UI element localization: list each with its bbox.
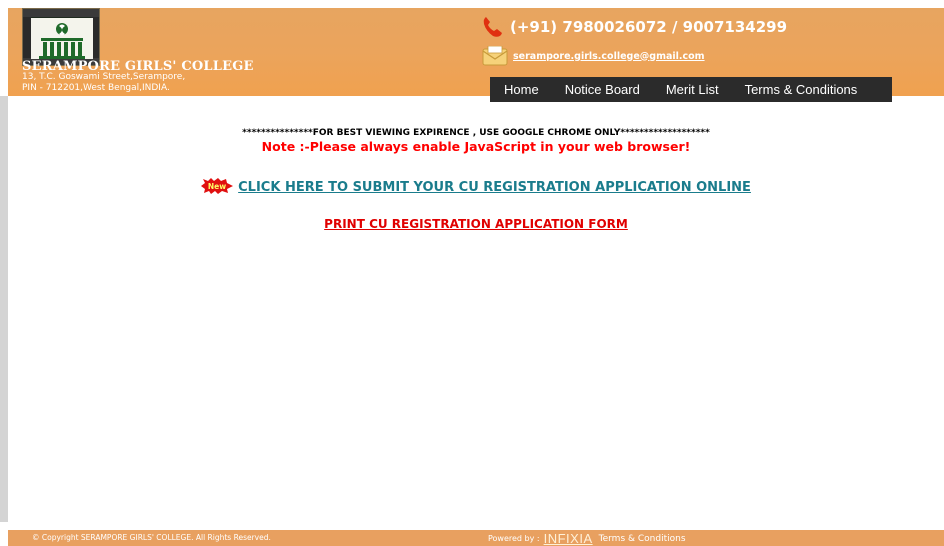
college-address: 13, T.C. Goswami Street,Serampore, PIN -… (22, 72, 282, 94)
left-border (0, 96, 8, 522)
phone-number: (+91) 7980026072 / 9007134299 (510, 18, 788, 36)
browser-notice: ***************FOR BEST VIEWING EXPIRENC… (242, 128, 710, 138)
address-line-1: 13, T.C. Goswami Street,Serampore, (22, 72, 186, 82)
college-logo[interactable] (22, 8, 100, 66)
print-form-link[interactable]: PRINT CU REGISTRATION APPLICATION FORM (324, 217, 628, 231)
site-footer: © Copyright SERAMPORE GIRLS' COLLEGE. Al… (8, 530, 944, 546)
phone-icon (482, 16, 504, 38)
main-content: ***************FOR BEST VIEWING EXPIRENC… (8, 96, 944, 522)
nav-merit-list[interactable]: Merit List (666, 82, 719, 97)
javascript-note: Note :-Please always enable JavaScript i… (261, 139, 691, 154)
new-badge-label: New (208, 182, 226, 191)
email-link[interactable]: serampore.girls.college@gmail.com (513, 51, 705, 62)
nav-home[interactable]: Home (504, 82, 539, 97)
email-contact: serampore.girls.college@gmail.com (482, 45, 705, 66)
copyright-text: © Copyright SERAMPORE GIRLS' COLLEGE. Al… (32, 533, 271, 542)
print-row: PRINT CU REGISTRATION APPLICATION FORM (8, 213, 944, 232)
new-badge-icon: New (201, 178, 234, 194)
footer-terms-link[interactable]: Terms & Conditions (599, 534, 686, 544)
address-line-2: PIN - 712201,West Bengal,INDIA. (22, 83, 170, 93)
submit-application-link[interactable]: CLICK HERE TO SUBMIT YOUR CU REGISTRATIO… (238, 180, 751, 195)
powered-by-label: Powered by : (488, 534, 540, 543)
powered-by: Powered by : INFIXIA Terms & Conditions (488, 531, 686, 546)
mail-icon (482, 45, 508, 66)
phone-contact: (+91) 7980026072 / 9007134299 (482, 16, 787, 38)
site-header: SERAMPORE GIRLS' COLLEGE 13, T.C. Goswam… (8, 8, 944, 102)
nav-notice-board[interactable]: Notice Board (565, 82, 640, 97)
infixia-link[interactable]: INFIXIA (544, 531, 593, 546)
nav-terms-conditions[interactable]: Terms & Conditions (745, 82, 858, 97)
submit-row: New CLICK HERE TO SUBMIT YOUR CU REGISTR… (8, 176, 944, 195)
